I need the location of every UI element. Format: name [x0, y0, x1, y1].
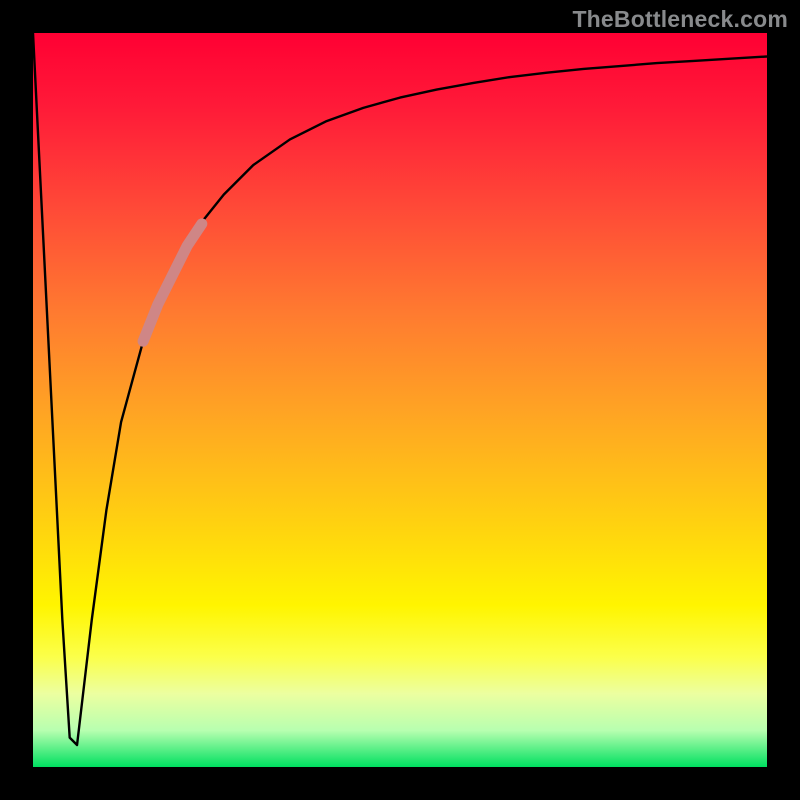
plot-frame [0, 0, 800, 800]
watermark-text: TheBottleneck.com [572, 6, 788, 33]
chart-stage: TheBottleneck.com [0, 0, 800, 800]
